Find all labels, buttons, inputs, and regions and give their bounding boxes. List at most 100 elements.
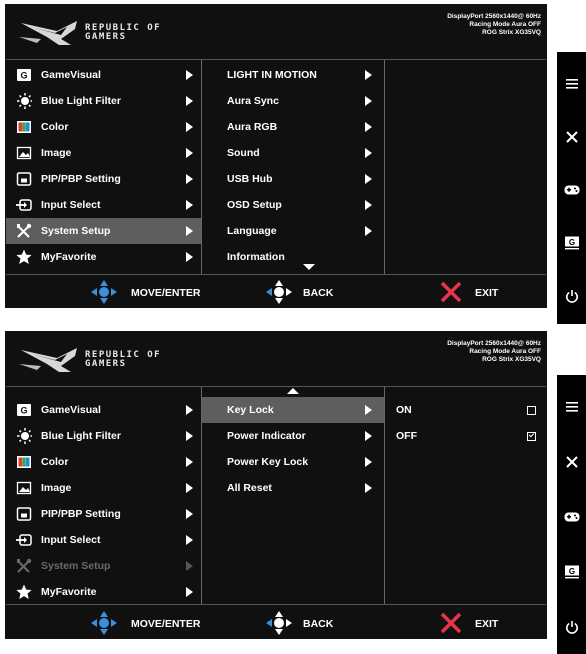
chevron-right-icon	[365, 457, 372, 467]
star-icon	[16, 584, 32, 599]
gamepad-button[interactable]	[557, 172, 586, 208]
menu-icon	[565, 79, 578, 89]
submenu-item-sound[interactable]: Sound	[202, 140, 384, 166]
submenu-label: Aura Sync	[227, 95, 279, 107]
power-icon	[565, 290, 578, 303]
power-button[interactable]	[557, 278, 586, 314]
menu-button[interactable]	[557, 389, 586, 425]
gamepad-icon	[564, 185, 579, 195]
main-menu-label: GameVisual	[41, 404, 101, 416]
chevron-right-icon	[186, 200, 193, 210]
back-label: BACK	[303, 287, 334, 299]
main-menu-label: MyFavorite	[41, 586, 97, 598]
submenu-label: USB Hub	[227, 173, 273, 185]
dpad-blue-icon	[91, 280, 117, 304]
main-menu-pip-pbp-setting[interactable]: PIP/PBP Setting	[6, 166, 201, 192]
scroll-down-icon[interactable]	[303, 264, 315, 270]
signal-status: DisplayPort 2560x1440@ 60Hz Racing Mode …	[447, 340, 541, 364]
chevron-right-icon	[365, 174, 372, 184]
signal-status: DisplayPort 2560x1440@ 60Hz Racing Mode …	[447, 13, 541, 37]
submenu-label: Key Lock	[227, 404, 274, 416]
option-off[interactable]: OFF	[384, 423, 546, 449]
submenu-item-osd-setup[interactable]: OSD Setup	[202, 192, 384, 218]
option-on[interactable]: ON	[384, 397, 546, 423]
submenu-item-key-lock[interactable]: Key Lock	[202, 397, 384, 423]
blue-light-icon	[17, 93, 32, 109]
main-menu-system-setup[interactable]: System Setup	[6, 218, 201, 244]
submenu-item-light-in-motion[interactable]: LIGHT IN MOTION	[202, 62, 384, 88]
main-menu-label: GameVisual	[41, 69, 101, 81]
chevron-right-icon	[365, 200, 372, 210]
main-menu-pip-pbp-setting[interactable]: PIP/PBP Setting	[6, 501, 201, 527]
brand-text: REPUBLIC OF GAMERS	[85, 24, 161, 42]
gamepad-button[interactable]	[557, 499, 586, 535]
submenu-item-aura-sync[interactable]: Aura Sync	[202, 88, 384, 114]
main-menu-label: MyFavorite	[41, 251, 97, 263]
submenu-label: Aura RGB	[227, 121, 278, 133]
main-menu-color[interactable]: Color	[6, 449, 201, 475]
chevron-right-icon	[186, 174, 193, 184]
scroll-up-icon[interactable]	[287, 388, 299, 394]
gamevisual-button[interactable]: G	[557, 225, 586, 261]
chevron-right-icon	[186, 535, 193, 545]
submenu-label: Power Indicator	[227, 430, 306, 442]
gamevisual-icon: G	[17, 404, 31, 416]
main-menu-label: Image	[41, 482, 72, 494]
pip-icon	[16, 172, 32, 186]
main-menu-myfavorite[interactable]: MyFavorite	[6, 244, 201, 270]
main-menu-blue-light-filter[interactable]: Blue Light Filter	[6, 423, 201, 449]
svg-text:G: G	[568, 238, 574, 247]
main-menu-label: System Setup	[41, 225, 111, 237]
main-menu: G GameVisual Blue Light Filter Color Ima…	[6, 60, 201, 274]
chevron-right-icon	[365, 96, 372, 106]
submenu: Key Lock Power Indicator Power Key Lock …	[201, 387, 385, 604]
main-menu-system-setup[interactable]: System Setup	[6, 553, 201, 579]
submenu-item-information[interactable]: Information	[202, 244, 384, 270]
submenu-item-all-reset[interactable]: All Reset	[202, 475, 384, 501]
checkbox-off-checked[interactable]	[527, 432, 536, 441]
svg-text:G: G	[20, 71, 27, 81]
submenu-item-language[interactable]: Language	[202, 218, 384, 244]
chevron-right-icon	[365, 122, 372, 132]
chevron-right-icon	[186, 457, 193, 467]
checkbox-on[interactable]	[527, 406, 536, 415]
close-button[interactable]	[557, 444, 586, 480]
power-button[interactable]	[557, 609, 586, 645]
color-icon	[17, 456, 31, 468]
submenu-label: All Reset	[227, 482, 272, 494]
main-menu-color[interactable]: Color	[6, 114, 201, 140]
brand-line-2: GAMERS	[85, 32, 127, 42]
osd-footer: MOVE/ENTER BACK EXIT	[5, 606, 547, 639]
exit-label: EXIT	[475, 287, 499, 299]
image-icon	[16, 146, 32, 160]
osd-screen-system-setup: REPUBLIC OF GAMERS DisplayPort 2560x1440…	[5, 4, 547, 308]
main-menu-image[interactable]: Image	[6, 140, 201, 166]
gamevisual-button[interactable]: G	[557, 554, 586, 590]
chevron-right-icon	[186, 252, 193, 262]
submenu-item-power-key-lock[interactable]: Power Key Lock	[202, 449, 384, 475]
main-menu-image[interactable]: Image	[6, 475, 201, 501]
menu-button[interactable]	[557, 66, 586, 102]
chevron-right-icon	[365, 431, 372, 441]
main-menu-input-select[interactable]: Input Select	[6, 192, 201, 218]
submenu-item-usb-hub[interactable]: USB Hub	[202, 166, 384, 192]
main-menu-label: Image	[41, 147, 72, 159]
submenu-label: Language	[227, 225, 277, 237]
close-button[interactable]	[557, 119, 586, 155]
exit-hint: EXIT	[440, 275, 530, 308]
main-menu-gamevisual[interactable]: G GameVisual	[6, 62, 201, 88]
chevron-right-icon	[186, 96, 193, 106]
chevron-right-icon	[186, 561, 193, 571]
status-model: ROG Strix XG35VQ	[482, 29, 541, 36]
main-menu-blue-light-filter[interactable]: Blue Light Filter	[6, 88, 201, 114]
move-enter-label: MOVE/ENTER	[131, 618, 201, 630]
main-menu-label: Color	[41, 456, 69, 468]
main-menu-gamevisual[interactable]: G GameVisual	[6, 397, 201, 423]
submenu-item-aura-rgb[interactable]: Aura RGB	[202, 114, 384, 140]
main-menu-myfavorite[interactable]: MyFavorite	[6, 579, 201, 605]
main-menu-input-select[interactable]: Input Select	[6, 527, 201, 553]
submenu-item-power-indicator[interactable]: Power Indicator	[202, 423, 384, 449]
chevron-right-icon	[365, 483, 372, 493]
main-menu-label: Blue Light Filter	[41, 95, 121, 107]
back-label: BACK	[303, 618, 334, 630]
